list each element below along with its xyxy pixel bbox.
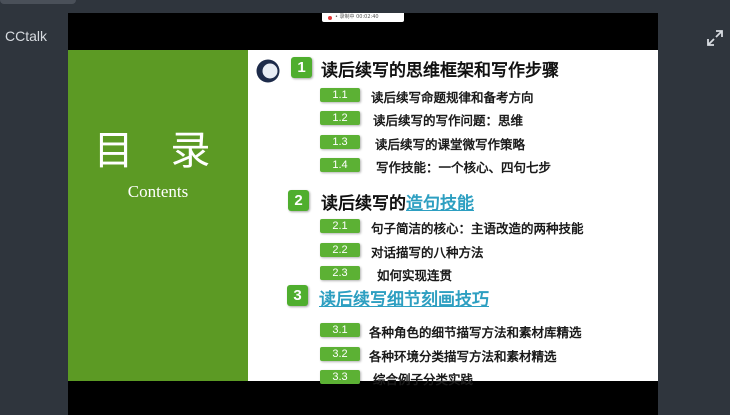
section-number: 1 <box>291 57 312 78</box>
item-number: 2.1 <box>320 219 360 233</box>
slide-title-panel: 目 录 Contents <box>68 50 248 381</box>
item-number: 1.4 <box>320 158 360 172</box>
item-number: 3.3 <box>320 370 360 384</box>
section-title: 读后续写的造句技能 <box>321 189 474 214</box>
item-number: 1.1 <box>320 88 360 102</box>
section-number: 3 <box>287 285 308 306</box>
slide-subtitle: Contents <box>127 182 189 201</box>
item-number: 2.2 <box>320 243 360 257</box>
item-text: 各种角色的细节描写方法和素材库精选 <box>369 325 582 340</box>
item-text: 综合例子分类实践 <box>373 372 474 387</box>
item-text: 对话描写的八种方法 <box>371 245 484 260</box>
section-title-text: 读后续写的思维框架和写作步骤 <box>321 61 559 81</box>
item-number: 1.2 <box>320 111 360 125</box>
section-title-text: 读后续写的 <box>321 194 406 214</box>
slide-title: 目 录 <box>93 128 223 174</box>
circle-bullet-icon <box>256 59 280 83</box>
item-number: 3.1 <box>320 323 360 337</box>
section-title: 读后续写细节刻画技巧 <box>319 285 489 310</box>
item-text: 读后续写的写作问题：思维 <box>373 113 524 128</box>
expand-icon <box>706 29 723 46</box>
item-text: 读后续写命题规律和备考方向 <box>371 90 534 105</box>
section-title-link[interactable]: 造句技能 <box>406 194 474 214</box>
recording-badge: • 录制中 00:02:40 <box>322 13 404 22</box>
item-number: 2.3 <box>320 266 360 280</box>
item-text: 句子简洁的核心：主语改造的两种技能 <box>371 221 584 236</box>
item-text: 如何实现连贯 <box>377 268 453 283</box>
section-title-link[interactable]: 读后续写细节刻画技巧 <box>319 290 489 310</box>
item-number: 3.2 <box>320 347 360 361</box>
recording-dot-icon <box>328 15 332 20</box>
item-text: 各种环境分类描写方法和素材精选 <box>369 349 557 364</box>
fullscreen-button[interactable] <box>702 25 727 50</box>
presentation-slide: 目 录 Contents 1 读后续写的思维框架和写作步骤 1.1 读后续写命题… <box>68 50 658 387</box>
item-number: 1.3 <box>320 135 360 149</box>
section-title: 读后续写的思维框架和写作步骤 <box>321 56 559 81</box>
app-title: CCtalk <box>5 28 48 44</box>
recording-label: • 录制中 00:02:40 <box>335 14 379 20</box>
item-text: 写作技能：一个核心、四句七步 <box>376 160 552 175</box>
top-bar-tab <box>0 0 76 4</box>
video-stream: • 录制中 00:02:40 目 录 Contents 1 读后续写的思维框架和… <box>68 13 658 415</box>
section-number: 2 <box>288 190 309 211</box>
item-text: 读后续写的课堂微写作策略 <box>375 137 526 152</box>
